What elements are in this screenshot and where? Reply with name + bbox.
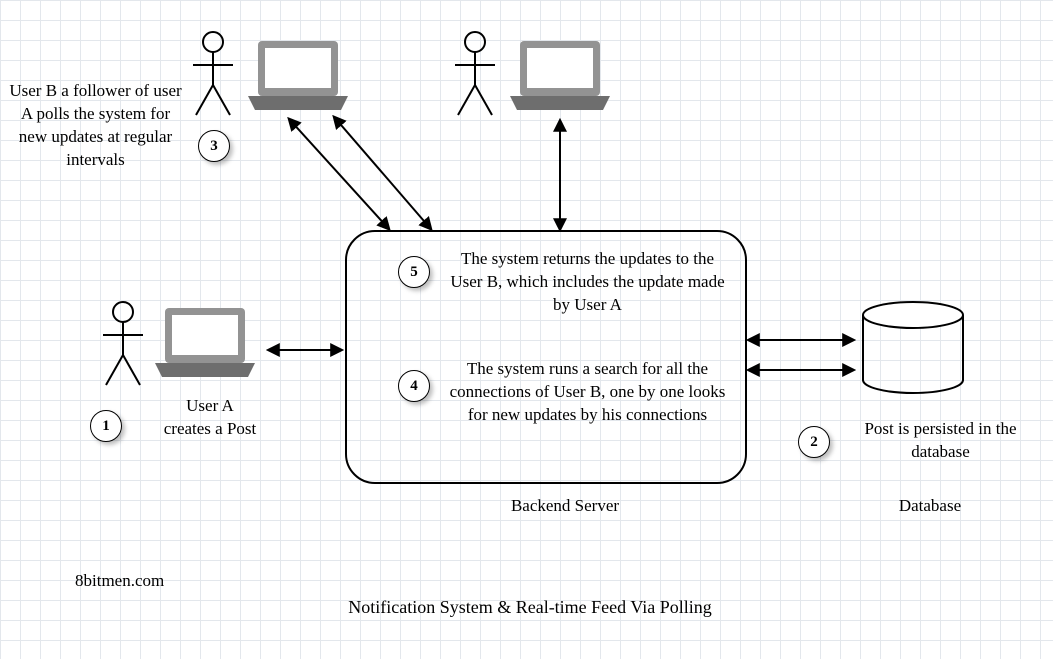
credit-label: 8bitmen.com [75, 570, 215, 593]
arrow-userb-server-1 [290, 120, 388, 228]
user-b-icon [188, 30, 238, 120]
db-caption: Post is persisted in the database [838, 418, 1043, 464]
user-a-icon [98, 300, 148, 390]
laptop-user-a-icon [150, 305, 260, 385]
user-b-caption: User B a follower of user A polls the sy… [8, 80, 183, 172]
arrow-userb-server-2 [335, 118, 430, 228]
user-c-icon [450, 30, 500, 120]
step-2-badge: 2 [798, 426, 830, 458]
step-4-text: The system runs a search for all the con… [445, 358, 730, 427]
diagram-title: Notification System & Real-time Feed Via… [280, 595, 780, 619]
step-5-badge: 5 [398, 256, 430, 288]
step-4-badge: 4 [398, 370, 430, 402]
backend-server-label: Backend Server [475, 495, 655, 518]
step-5-text: The system returns the updates to the Us… [445, 248, 730, 317]
user-a-caption: User A creates a Post [130, 395, 290, 441]
database-icon [858, 300, 968, 400]
laptop-user-b-icon [243, 38, 353, 118]
step-3-badge: 3 [198, 130, 230, 162]
step-1-badge: 1 [90, 410, 122, 442]
database-label: Database [870, 495, 990, 518]
laptop-user-c-icon [505, 38, 615, 118]
